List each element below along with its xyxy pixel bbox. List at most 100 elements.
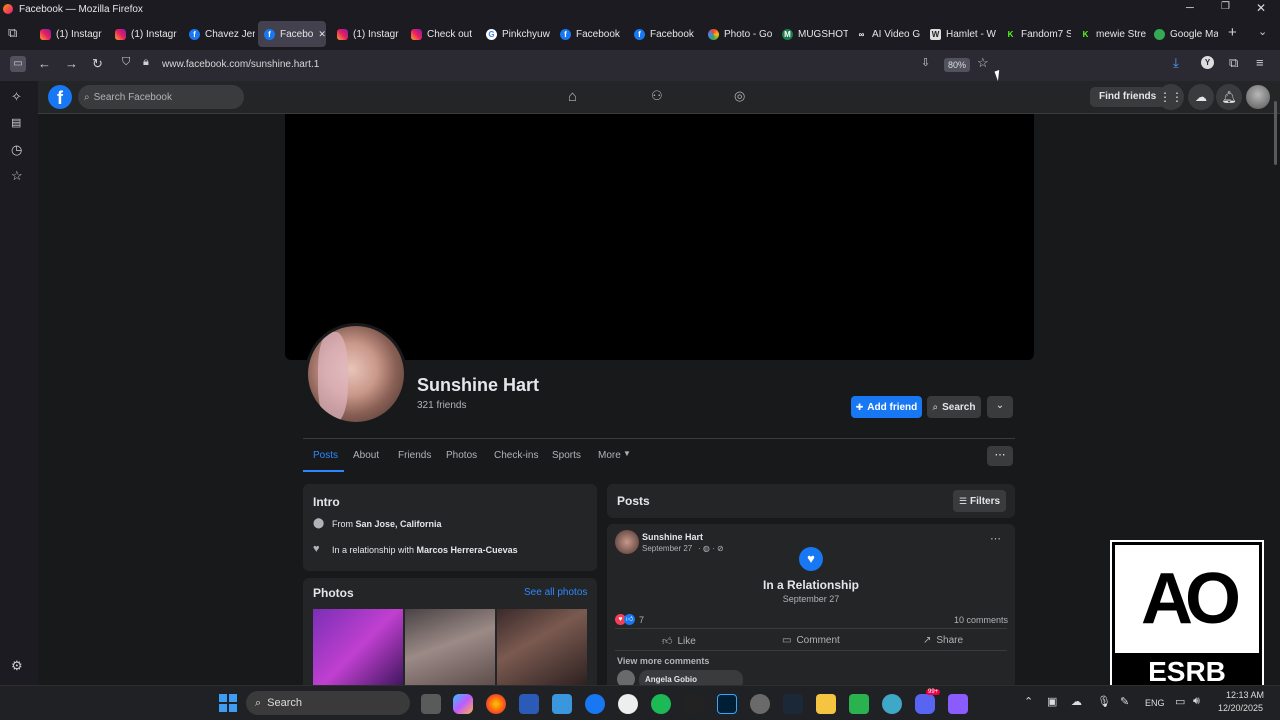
tab-10[interactable]: M MUGSHOT <box>776 21 848 47</box>
globe-app-icon[interactable] <box>882 694 902 714</box>
intro-rel-name[interactable]: Marcos Herrera-Cuevas <box>417 545 518 555</box>
add-friend-button[interactable]: ✚ Add friend <box>851 396 922 418</box>
tab-7[interactable]: f Facebook <box>554 21 626 47</box>
account-icon[interactable]: Y <box>1201 56 1214 69</box>
share-button[interactable]: ↗ Share <box>923 635 963 646</box>
facebook-logo-icon[interactable]: f <box>48 85 72 109</box>
profile-avatar[interactable] <box>1246 85 1270 109</box>
history-icon[interactable]: ◷ <box>11 142 22 158</box>
comments-count[interactable]: 10 comments <box>954 615 1008 625</box>
menu-icon[interactable]: ≡ <box>1256 55 1264 70</box>
clock-time[interactable]: 12:13 AM <box>1226 690 1264 700</box>
reload-icon[interactable]: ↻ <box>92 56 103 72</box>
post-author-avatar[interactable] <box>615 530 639 554</box>
commenter-name[interactable]: Angela Gobio <box>645 675 697 684</box>
facebook-taskbar-icon[interactable] <box>585 694 605 714</box>
kick-tray-icon[interactable]: ▣ <box>1047 695 1057 708</box>
tab-about[interactable]: About <box>353 450 379 461</box>
tab-13[interactable]: K Fandom7 S <box>999 21 1071 47</box>
profile-search-button[interactable]: ⌕ Search <box>927 396 981 418</box>
tab-overview-icon[interactable]: ⧉ <box>8 25 17 41</box>
post-options-icon[interactable]: ⋯ <box>990 532 1001 545</box>
powershell-icon[interactable] <box>519 694 539 714</box>
friends-count[interactable]: 321 friends <box>417 400 466 411</box>
back-icon[interactable]: ← <box>38 56 51 71</box>
tabs-overflow-button[interactable]: ⋯ <box>987 446 1013 466</box>
network-icon[interactable]: ▭ <box>1175 695 1185 708</box>
tab-posts[interactable]: Posts <box>313 450 338 461</box>
photo-thumbnail[interactable] <box>497 609 587 685</box>
wattpad-icon[interactable] <box>618 694 638 714</box>
facebook-search-box[interactable]: ⌕ Search Facebook <box>78 85 244 109</box>
menu-grid-icon[interactable]: ⋮⋮ <box>1158 84 1184 110</box>
tab-more[interactable]: More <box>598 450 621 461</box>
zoom-badge[interactable]: 80% <box>944 58 971 72</box>
chat-app-icon[interactable] <box>849 694 869 714</box>
notifications-icon[interactable]: 🔔︎ <box>1216 84 1242 110</box>
close-tab-icon[interactable]: ✕ <box>318 29 326 40</box>
windows-start-icon[interactable] <box>219 694 237 712</box>
friends-icon[interactable]: ⚇ <box>651 88 663 104</box>
messenger-icon[interactable]: ☁ <box>1188 84 1214 110</box>
photoshop-icon[interactable] <box>717 694 737 714</box>
clock-date[interactable]: 12/20/2025 <box>1218 703 1263 713</box>
more-options-button[interactable]: ⌄ <box>987 396 1013 418</box>
minimize-icon[interactable]: ─ <box>1186 2 1194 14</box>
tab-1[interactable]: (1) Instagr <box>109 21 181 47</box>
reaction-count[interactable]: 7 <box>639 615 644 625</box>
volume-icon[interactable]: 🔊︎ <box>1193 695 1200 708</box>
tab-list-chevron-icon[interactable]: ⌄ <box>1258 25 1267 38</box>
firefox-taskbar-icon[interactable] <box>486 694 506 714</box>
reader-view-icon[interactable]: ⇩ <box>921 56 930 69</box>
new-tab-icon[interactable]: + <box>1228 24 1237 41</box>
tab-4[interactable]: (1) Instagr <box>331 21 403 47</box>
microphone-icon[interactable]: 🎙︎ <box>1097 695 1111 708</box>
cover-photo[interactable] <box>285 114 1034 360</box>
tab-sports[interactable]: Sports <box>552 450 581 461</box>
comment-button[interactable]: ▭ Comment <box>782 635 840 646</box>
tab-11[interactable]: ∞ AI Video G <box>850 21 922 47</box>
ai-chat-icon[interactable]: ✧ <box>11 89 22 105</box>
tab-3[interactable]: f Facebo ✕ <box>258 21 326 47</box>
tab-0[interactable]: (1) Instagr <box>34 21 106 47</box>
tab-14[interactable]: Kmewie Stre <box>1074 21 1146 47</box>
settings-icon[interactable] <box>750 694 770 714</box>
extensions-icon[interactable]: ⧉ <box>1229 55 1238 71</box>
page-scrollbar[interactable] <box>1274 101 1277 165</box>
customize-sidebar-icon[interactable]: ⚙ <box>11 658 23 674</box>
groups-icon[interactable]: ◎ <box>734 88 745 104</box>
sidebar-toggle-icon[interactable]: ▭ <box>10 56 26 72</box>
photo-thumbnail[interactable] <box>313 609 403 685</box>
tab-photos[interactable]: Photos <box>446 450 477 461</box>
language-indicator[interactable]: ENG <box>1145 698 1165 708</box>
search-input[interactable]: Search Facebook <box>94 92 172 103</box>
view-more-comments-link[interactable]: View more comments <box>617 656 709 666</box>
onedrive-icon[interactable]: ☁ <box>1071 695 1082 708</box>
shield-icon[interactable]: ⛉ <box>122 56 130 69</box>
pen-icon[interactable]: ✎ <box>1120 695 1129 708</box>
tab-friends[interactable]: Friends <box>398 450 431 461</box>
url-field[interactable]: www.facebook.com/sunshine.hart.1 <box>162 59 319 70</box>
tab-6[interactable]: G Pinkchyuw <box>480 21 552 47</box>
audio-app-icon[interactable] <box>684 694 704 714</box>
bookmark-star-icon[interactable]: ☆ <box>977 55 989 71</box>
bookmarks-icon[interactable]: ☆ <box>11 168 23 184</box>
find-friends-button[interactable]: Find friends <box>1090 87 1166 107</box>
forward-icon[interactable]: → <box>65 56 78 71</box>
photo-thumbnail[interactable] <box>405 609 495 685</box>
synced-tabs-icon[interactable]: ▤ <box>11 116 21 129</box>
intro-from-place[interactable]: San Jose, California <box>356 519 442 529</box>
tab-15[interactable]: Google Ma <box>1148 21 1218 47</box>
post-date[interactable]: September 27 <box>642 544 692 553</box>
home-icon[interactable]: ⌂ <box>568 88 577 105</box>
spotify-icon[interactable] <box>651 694 671 714</box>
close-window-icon[interactable]: ✕ <box>1256 1 1266 15</box>
copilot-icon[interactable] <box>453 694 473 714</box>
maximize-icon[interactable]: ❐ <box>1221 1 1230 12</box>
filters-button[interactable]: ☰ Filters <box>953 490 1006 512</box>
tray-chevron-icon[interactable]: ⌃ <box>1024 695 1033 708</box>
app-icon[interactable] <box>948 694 968 714</box>
task-view-icon[interactable] <box>421 694 441 714</box>
downloads-icon[interactable]: ⤓ <box>1173 55 1179 71</box>
taskbar-search-box[interactable]: ⌕ Search <box>246 691 410 715</box>
